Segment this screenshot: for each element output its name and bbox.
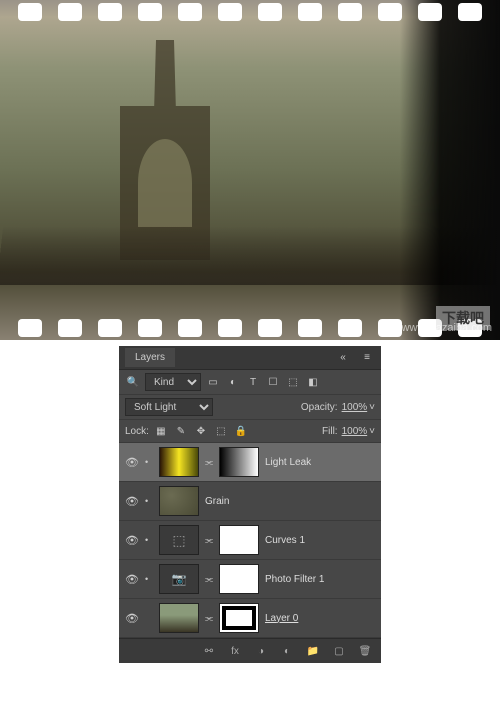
fill-label: Fill: [322,426,338,437]
collapse-icon[interactable]: « [335,350,351,366]
dark-edge-overlay [400,0,500,340]
lock-label: Lock: [125,426,149,437]
new-layer-icon[interactable]: ▢ [331,643,347,659]
filter-artboard-icon[interactable]: ◧ [305,374,321,390]
layer-row-curves[interactable]: 👁 • ⬚ ⫘ Curves 1 [119,521,381,560]
panel-title-tab[interactable]: Layers [125,348,175,367]
filter-adjust-icon[interactable]: ◐ [225,374,241,390]
delete-layer-icon[interactable]: 🗑 [357,643,373,659]
filter-type-icon[interactable]: T [245,374,261,390]
blend-row: Soft Light Opacity: 100% ˅ [119,395,381,420]
mask-link-icon[interactable]: ⫘ [205,457,213,468]
layer-row-base[interactable]: 👁 ⫘ Layer 0 [119,599,381,638]
mask-link-icon[interactable]: ⫘ [205,535,213,546]
lock-artboard-icon[interactable]: ⬚ [213,423,229,439]
mask-link-icon[interactable]: ⫘ [205,574,213,585]
lock-transparent-icon[interactable]: ▦ [153,423,169,439]
layer-mask-thumbnail[interactable] [219,564,259,594]
lock-row: Lock: ▦ ✎ ✥ ⬚ 🔒 Fill: 100% ˅ [119,420,381,443]
link-layers-icon[interactable]: ⚯ [201,643,217,659]
opacity-label: Opacity: [301,402,338,413]
adjustment-icon-thumbnail[interactable]: 📷 [159,564,199,594]
visibility-toggle[interactable]: 👁 [125,456,139,469]
link-indicator: • [145,496,153,506]
visibility-toggle[interactable]: 👁 [125,612,139,625]
lock-move-icon[interactable]: ✥ [193,423,209,439]
layer-thumbnail[interactable] [159,447,199,477]
add-mask-icon[interactable]: ◑ [253,643,269,659]
filter-shape-icon[interactable]: ☐ [265,374,281,390]
filter-row: 🔍 Kind ▭ ◐ T ☐ ⬚ ◧ [119,370,381,395]
layer-name-label[interactable]: Curves 1 [265,535,305,546]
layer-thumbnail[interactable] [159,486,199,516]
layer-fx-icon[interactable]: fx [227,643,243,659]
layers-panel: Layers « ≡ 🔍 Kind ▭ ◐ T ☐ ⬚ ◧ Soft Light… [119,346,381,663]
panel-header: Layers « ≡ [119,346,381,370]
link-indicator: • [145,535,153,545]
layer-name-label[interactable]: Light Leak [265,457,311,468]
opacity-value[interactable]: 100% [342,402,368,413]
layer-name-label[interactable]: Layer 0 [265,613,298,624]
lock-brush-icon[interactable]: ✎ [173,423,189,439]
fill-value[interactable]: 100% [342,426,368,437]
link-indicator: • [145,457,153,467]
visibility-toggle[interactable]: 👁 [125,495,139,508]
filter-kind-select[interactable]: Kind [145,373,201,391]
layer-mask-thumbnail[interactable] [219,525,259,555]
panel-menu-icon[interactable]: ≡ [359,350,375,366]
visibility-toggle[interactable]: 👁 [125,573,139,586]
watermark-text: www.xiazaiba.com [402,322,492,334]
search-icon[interactable]: 🔍 [125,374,141,390]
mask-link-icon[interactable]: ⫘ [205,613,213,624]
layer-mask-thumbnail[interactable] [219,447,259,477]
lock-all-icon[interactable]: 🔒 [233,423,249,439]
filter-image-icon[interactable]: ▭ [205,374,221,390]
new-group-icon[interactable]: 📁 [305,643,321,659]
layers-list: 👁 • ⫘ Light Leak 👁 • Grain 👁 • ⬚ ⫘ Curve… [119,443,381,638]
panel-footer: ⚯ fx ◑ ◐ 📁 ▢ 🗑 [119,638,381,663]
film-sprocket-top [0,0,500,24]
layer-row-grain[interactable]: 👁 • Grain [119,482,381,521]
layer-mask-thumbnail[interactable] [219,603,259,633]
chevron-down-icon[interactable]: ˅ [369,426,375,437]
new-adjustment-icon[interactable]: ◐ [279,643,295,659]
link-indicator: • [145,574,153,584]
chevron-down-icon[interactable]: ˅ [369,402,375,413]
preview-image: 下载吧 www.xiazaiba.com [0,0,500,340]
layer-row-light-leak[interactable]: 👁 • ⫘ Light Leak [119,443,381,482]
layer-row-photo-filter[interactable]: 👁 • 📷 ⫘ Photo Filter 1 [119,560,381,599]
layer-thumbnail[interactable] [159,603,199,633]
adjustment-icon-thumbnail[interactable]: ⬚ [159,525,199,555]
visibility-toggle[interactable]: 👁 [125,534,139,547]
filter-smart-icon[interactable]: ⬚ [285,374,301,390]
layer-name-label[interactable]: Grain [205,496,229,507]
layer-name-label[interactable]: Photo Filter 1 [265,574,324,585]
blend-mode-select[interactable]: Soft Light [125,398,213,416]
